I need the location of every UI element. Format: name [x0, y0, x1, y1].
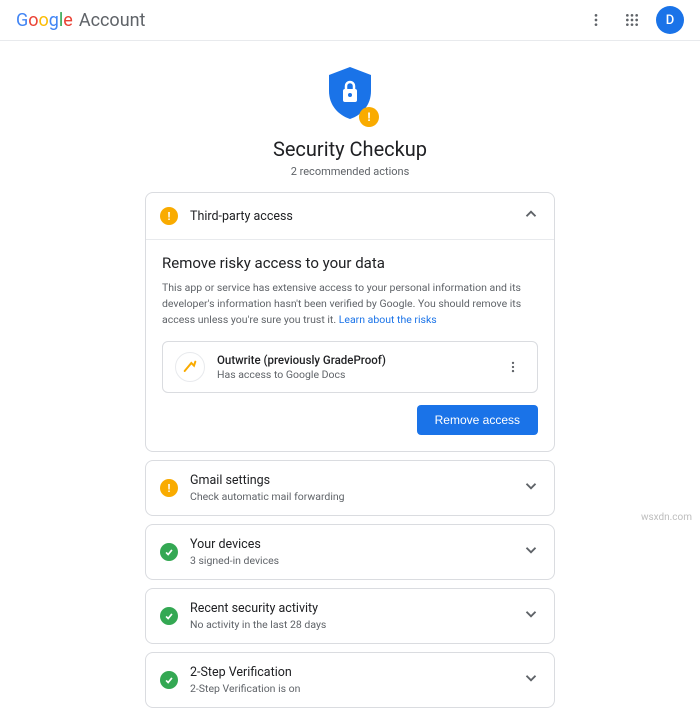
section-sub: 3 signed-in devices: [190, 554, 510, 567]
section-activity: Recent security activity No activity in …: [145, 588, 555, 644]
shield-icon: [325, 65, 375, 125]
section-sub: Check automatic mail forwarding: [190, 490, 510, 503]
warning-icon: [160, 207, 178, 225]
chevron-down-icon: [522, 541, 540, 563]
section-title-block: Third-party access: [190, 209, 510, 224]
section-sub: No activity in the last 28 days: [190, 618, 510, 631]
section-sub: 2-Step Verification is on: [190, 682, 510, 695]
more-vert-icon[interactable]: [584, 8, 608, 32]
product-label: Account: [79, 10, 146, 31]
page-subtitle: 2 recommended actions: [0, 165, 700, 178]
apps-grid-icon[interactable]: [620, 8, 644, 32]
section-title-block: Your devices 3 signed-in devices: [190, 537, 510, 567]
section-title: Recent security activity: [190, 601, 510, 616]
app-header: Google Account D: [0, 0, 700, 41]
watermark: wsxdn.com: [641, 512, 692, 523]
learn-link[interactable]: Learn about the risks: [339, 313, 437, 326]
body-title: Remove risky access to your data: [162, 254, 538, 272]
warning-badge-icon: [359, 107, 379, 127]
chevron-down-icon: [522, 669, 540, 691]
app-row: Outwrite (previously GradeProof) Has acc…: [162, 341, 538, 393]
chevron-down-icon: [522, 605, 540, 627]
sections-container: Third-party access Remove risky access t…: [145, 192, 555, 708]
app-info: Outwrite (previously GradeProof) Has acc…: [217, 353, 489, 381]
chevron-down-icon: [522, 477, 540, 499]
section-two-step: 2-Step Verification 2-Step Verification …: [145, 652, 555, 708]
check-icon: [160, 543, 178, 561]
check-icon: [160, 607, 178, 625]
app-more-icon[interactable]: [501, 355, 525, 379]
section-header-activity[interactable]: Recent security activity No activity in …: [146, 589, 554, 643]
section-title-block: Gmail settings Check automatic mail forw…: [190, 473, 510, 503]
section-title: 2-Step Verification: [190, 665, 510, 680]
section-header-two-step[interactable]: 2-Step Verification 2-Step Verification …: [146, 653, 554, 707]
google-logo: Google: [16, 10, 73, 31]
hero: Security Checkup 2 recommended actions: [0, 41, 700, 192]
section-title: Gmail settings: [190, 473, 510, 488]
remove-access-button[interactable]: Remove access: [417, 405, 538, 435]
section-third-party: Third-party access Remove risky access t…: [145, 192, 555, 452]
lock-icon: [340, 79, 360, 105]
account-avatar[interactable]: D: [656, 6, 684, 34]
check-icon: [160, 671, 178, 689]
section-title: Third-party access: [190, 209, 510, 224]
section-header-third-party[interactable]: Third-party access: [146, 193, 554, 239]
section-header-gmail[interactable]: Gmail settings Check automatic mail forw…: [146, 461, 554, 515]
section-title-block: Recent security activity No activity in …: [190, 601, 510, 631]
section-header-devices[interactable]: Your devices 3 signed-in devices: [146, 525, 554, 579]
body-text: This app or service has extensive access…: [162, 280, 538, 327]
app-icon-outwrite: [175, 352, 205, 382]
page-title: Security Checkup: [0, 137, 700, 161]
section-devices: Your devices 3 signed-in devices: [145, 524, 555, 580]
section-title-block: 2-Step Verification 2-Step Verification …: [190, 665, 510, 695]
section-title: Your devices: [190, 537, 510, 552]
chevron-up-icon: [522, 205, 540, 227]
warning-icon: [160, 479, 178, 497]
section-body-third-party: Remove risky access to your data This ap…: [146, 239, 554, 451]
action-row: Remove access: [162, 405, 538, 435]
header-right: D: [584, 6, 684, 34]
app-sub: Has access to Google Docs: [217, 368, 489, 381]
app-name: Outwrite (previously GradeProof): [217, 353, 489, 367]
section-gmail: Gmail settings Check automatic mail forw…: [145, 460, 555, 516]
header-left: Google Account: [16, 10, 145, 31]
